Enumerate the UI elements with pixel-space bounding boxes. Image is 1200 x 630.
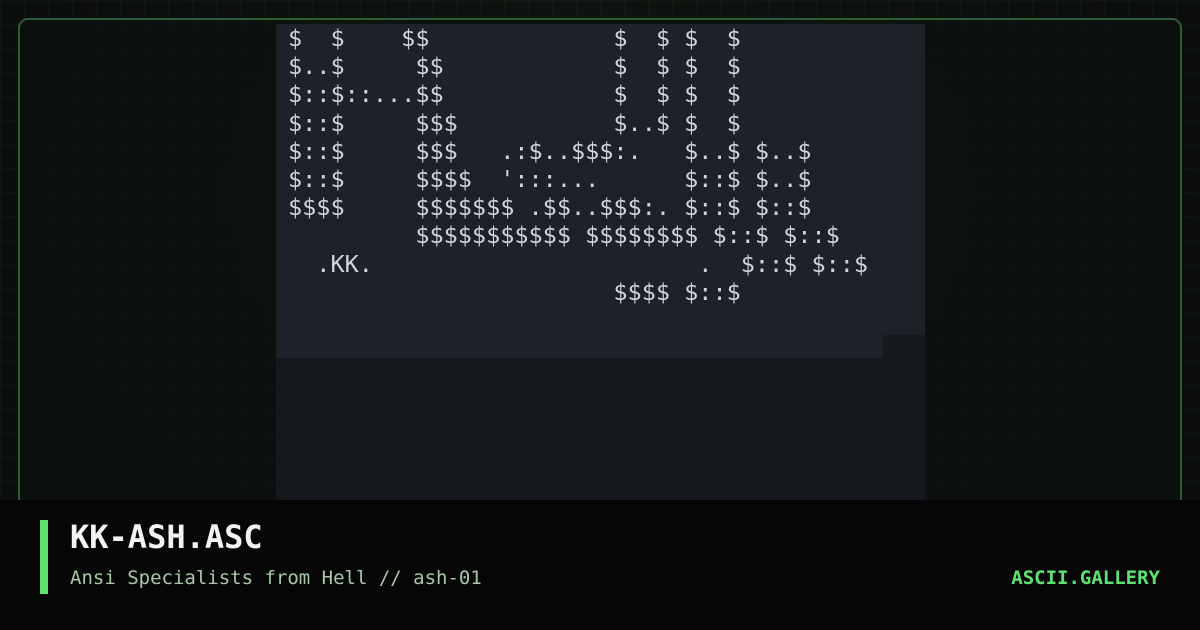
ascii-art-preview: $ $ $$ $ $ $ $ $..$ $$ $ $ $ $ $::$::...…: [276, 24, 925, 504]
ascii-art-text: $ $ $$ $ $ $ $ $..$ $$ $ $ $ $ $::$::...…: [288, 24, 869, 306]
art-background-strip: [276, 330, 883, 358]
site-name[interactable]: ASCII.GALLERY: [1011, 567, 1160, 589]
file-title: KK-ASH.ASC: [70, 518, 263, 556]
accent-bar: [40, 520, 48, 594]
caption-bar: KK-ASH.ASC Ansi Specialists from Hell //…: [0, 500, 1200, 630]
share-card: $ $ $$ $ $ $ $ $..$ $$ $ $ $ $ $::$::...…: [0, 0, 1200, 630]
group-subtitle: Ansi Specialists from Hell // ash-01: [70, 567, 482, 589]
